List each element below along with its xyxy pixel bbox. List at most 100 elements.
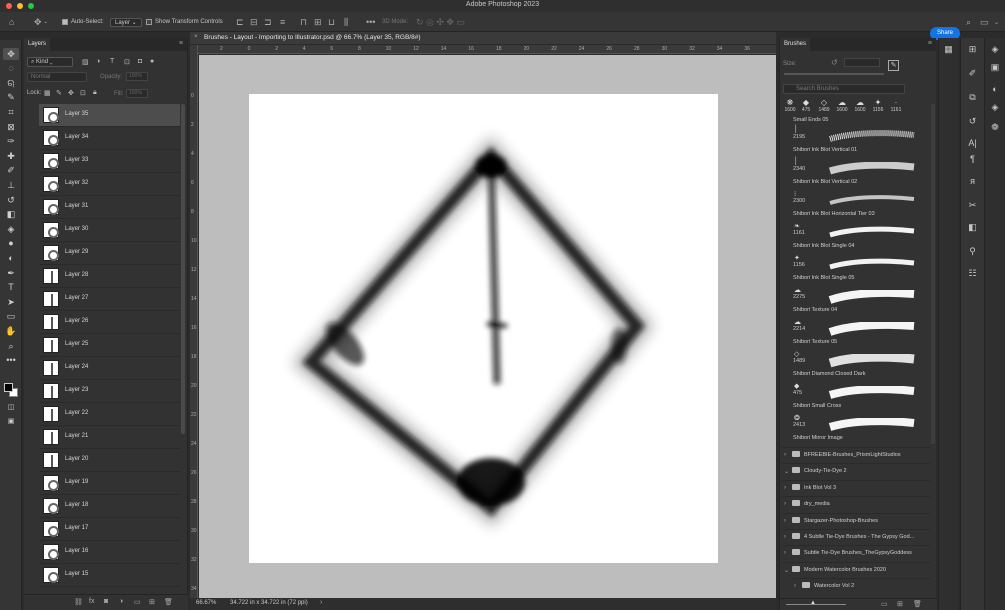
chevron-right-icon[interactable]: › — [794, 583, 796, 589]
chevron-right-icon[interactable]: › — [784, 485, 786, 491]
layers-scrollbar[interactable] — [181, 104, 185, 434]
lock-all-icon[interactable]: 🔒︎ — [93, 89, 97, 97]
layer-row[interactable]: Layer 35 — [39, 104, 180, 127]
fill-field[interactable]: 100% — [126, 89, 148, 98]
layer-row[interactable]: Layer 18 — [39, 495, 180, 518]
lasso-tool-icon[interactable]: ଋ — [3, 77, 19, 89]
brush-item[interactable]: │ 2195 Shibori Ink Blot Vertical 01 — [788, 126, 928, 159]
auto-select-checkbox[interactable]: Auto-Select: — [62, 16, 104, 28]
brush-item[interactable]: ☁ 2275 Shibori Texture 04 — [788, 287, 928, 319]
adjustment-filter-icon[interactable]: ◑ — [96, 58, 100, 65]
brush-item[interactable]: ❧ 1161 Shibori Ink Blot Single 04 — [788, 223, 928, 255]
libraries-icon[interactable]: ▦ — [939, 44, 958, 55]
adjustments-icon[interactable]: ☷ — [961, 268, 984, 279]
history-brush-icon[interactable]: ↺ — [3, 194, 19, 206]
glyphs-icon[interactable]: ᴙ — [961, 176, 984, 186]
layer-row[interactable]: Layer 27 — [39, 288, 180, 311]
blur-tool-icon[interactable]: ● — [3, 237, 19, 249]
type-filter-icon[interactable]: T — [110, 58, 114, 65]
healing-brush-icon[interactable]: ✚ — [3, 150, 19, 162]
path-select-icon[interactable]: ➤ — [3, 296, 19, 308]
chevron-down-icon[interactable]: ⌄ — [784, 567, 789, 574]
new-brush-icon[interactable]: ⊞ — [897, 600, 903, 608]
align-bottom-icon[interactable]: ⊔ — [328, 16, 335, 28]
gradients-icon[interactable]: ◧ — [961, 222, 984, 233]
layer-row[interactable]: Layer 30 — [39, 219, 180, 242]
brush-settings-icon[interactable]: ✐ — [961, 68, 984, 79]
brush-group[interactable]: › Watercolor Vol 2 — [792, 578, 930, 593]
align-top-icon[interactable]: ⊓ — [300, 16, 307, 28]
close-icon[interactable]: × — [194, 34, 198, 40]
paths-icon[interactable]: ⚲ — [961, 246, 984, 257]
layer-row[interactable]: Layer 16 — [39, 541, 180, 564]
slider-handle-icon[interactable]: ▲ — [810, 600, 816, 606]
blend-mode-select[interactable]: Normal — [27, 72, 87, 82]
tab-brushes[interactable]: Brushes — [780, 38, 811, 51]
zoom-tool-icon[interactable]: ⌕ — [3, 340, 19, 352]
brush-item[interactable]: │ 2340 Shibori Ink Blot Vertical 02 — [788, 158, 928, 191]
quick-mask-icon[interactable]: ◫ — [3, 402, 19, 414]
layer-row[interactable]: Layer 28 — [39, 265, 180, 288]
move-tool-icon[interactable]: ✥ — [3, 48, 19, 60]
history-icon[interactable]: ↺ — [961, 116, 984, 127]
layer-row[interactable]: Layer 31 — [39, 196, 180, 219]
ruler-horizontal[interactable]: 2 0 2 4 6 8 10 12 14 16 18 20 22 24 26 28 30 32 34 36 — [198, 45, 776, 54]
smart-object-filter-icon[interactable]: ◘ — [138, 58, 142, 65]
chevron-right-icon[interactable]: › — [784, 452, 786, 458]
recent-brush[interactable]: ☁ 1600 — [833, 98, 851, 113]
brush-tool-icon[interactable]: ✐ — [3, 164, 19, 176]
layer-row[interactable]: Layer 21 — [39, 426, 180, 449]
add-mask-icon[interactable]: ◙ — [104, 598, 108, 605]
brush-item[interactable]: ⁝ 2300 Shibori Ink Blot Horizontal Tier … — [788, 191, 928, 223]
document-canvas[interactable] — [249, 94, 718, 563]
workspace-menu-icon[interactable]: ⌄ — [994, 16, 999, 28]
layer-row[interactable]: Layer 17 — [39, 518, 180, 541]
panel-menu-icon[interactable]: ≡ — [928, 40, 932, 47]
chevron-right-icon[interactable]: › — [784, 501, 786, 507]
layer-row[interactable]: Layer 26 — [39, 311, 180, 334]
layer-row[interactable]: Layer 33 — [39, 150, 180, 173]
crop-tool-icon[interactable]: ⌗ — [3, 106, 19, 118]
brush-group[interactable]: › dry_media — [782, 496, 930, 511]
chevron-right-icon[interactable]: › — [784, 518, 786, 524]
ruler-vertical[interactable]: 0 2 4 6 8 10 12 14 16 18 20 22 24 26 28 30 32 34 — [190, 45, 198, 598]
preview-size-slider[interactable] — [786, 604, 846, 605]
canvas-area[interactable] — [199, 55, 776, 598]
brushes-scrollbar[interactable] — [931, 104, 935, 444]
recent-brush[interactable]: ☁ 1600 — [851, 98, 869, 113]
move-tool-preset-icon[interactable]: ✥ ⌄ — [34, 16, 48, 28]
shape-filter-icon[interactable]: ⊡ — [124, 58, 130, 66]
clone-source-icon[interactable]: ⧉ — [961, 92, 984, 103]
brush-item[interactable]: ◇ 1489 Shibori Diamond Closed Dark — [788, 351, 928, 383]
workspace-icon[interactable]: ▭ — [980, 16, 989, 28]
dodge-tool-icon[interactable]: ◐ — [3, 252, 19, 264]
brush-group[interactable]: › 4 Subtle Tie-Dye Brushes - The Gypsy Go… — [782, 529, 930, 544]
brush-item[interactable]: ✦ 1156 Shibori Ink Blot Single 05 — [788, 255, 928, 287]
recent-brush[interactable]: · 1161 — [887, 98, 905, 113]
link-layers-icon[interactable]: ⛓ — [74, 598, 83, 606]
more-options-icon[interactable]: ••• — [366, 16, 375, 28]
clone-stamp-icon[interactable]: ⊥ — [3, 179, 19, 191]
delete-brush-icon[interactable]: 🗑︎ — [913, 600, 922, 608]
brush-group[interactable]: › Stargazer-Photoshop-Brushes — [782, 513, 930, 528]
layer-filter-kind-select[interactable]: ⌕ Kind ⌄ — [27, 57, 73, 67]
home-icon[interactable]: ⌂ — [9, 16, 14, 28]
layer-row[interactable]: Layer 32 — [39, 173, 180, 196]
pixel-filter-icon[interactable]: ▨ — [82, 58, 89, 66]
eraser-tool-icon[interactable]: ◧ — [3, 208, 19, 220]
frame-tool-icon[interactable]: ⊠ — [3, 121, 19, 133]
hand-tool-icon[interactable]: ✋ — [3, 325, 19, 337]
new-group-icon[interactable]: ▭ — [134, 598, 141, 606]
align-left-icon[interactable]: ⊏ — [236, 16, 244, 28]
character-icon[interactable]: A| — [961, 138, 984, 148]
pen-tool-icon[interactable]: ✒ — [3, 267, 19, 279]
brush-search-input[interactable]: Search Brushes — [783, 84, 905, 94]
edit-brush-icon[interactable]: ✎ — [888, 60, 899, 71]
layers-panel-icon[interactable]: ◈ — [985, 44, 1005, 55]
rectangle-tool-icon[interactable]: ▭ — [3, 310, 19, 322]
align-middle-icon[interactable]: ⊞ — [314, 16, 322, 28]
brush-item[interactable]: ❂ 2413 Shibori Mirror Image — [788, 415, 928, 447]
search-icon[interactable]: ⌕ — [966, 16, 971, 28]
distribute-vertical-icon[interactable]: ⫼ — [344, 16, 348, 28]
lock-artboard-icon[interactable]: ⊡ — [80, 89, 86, 97]
